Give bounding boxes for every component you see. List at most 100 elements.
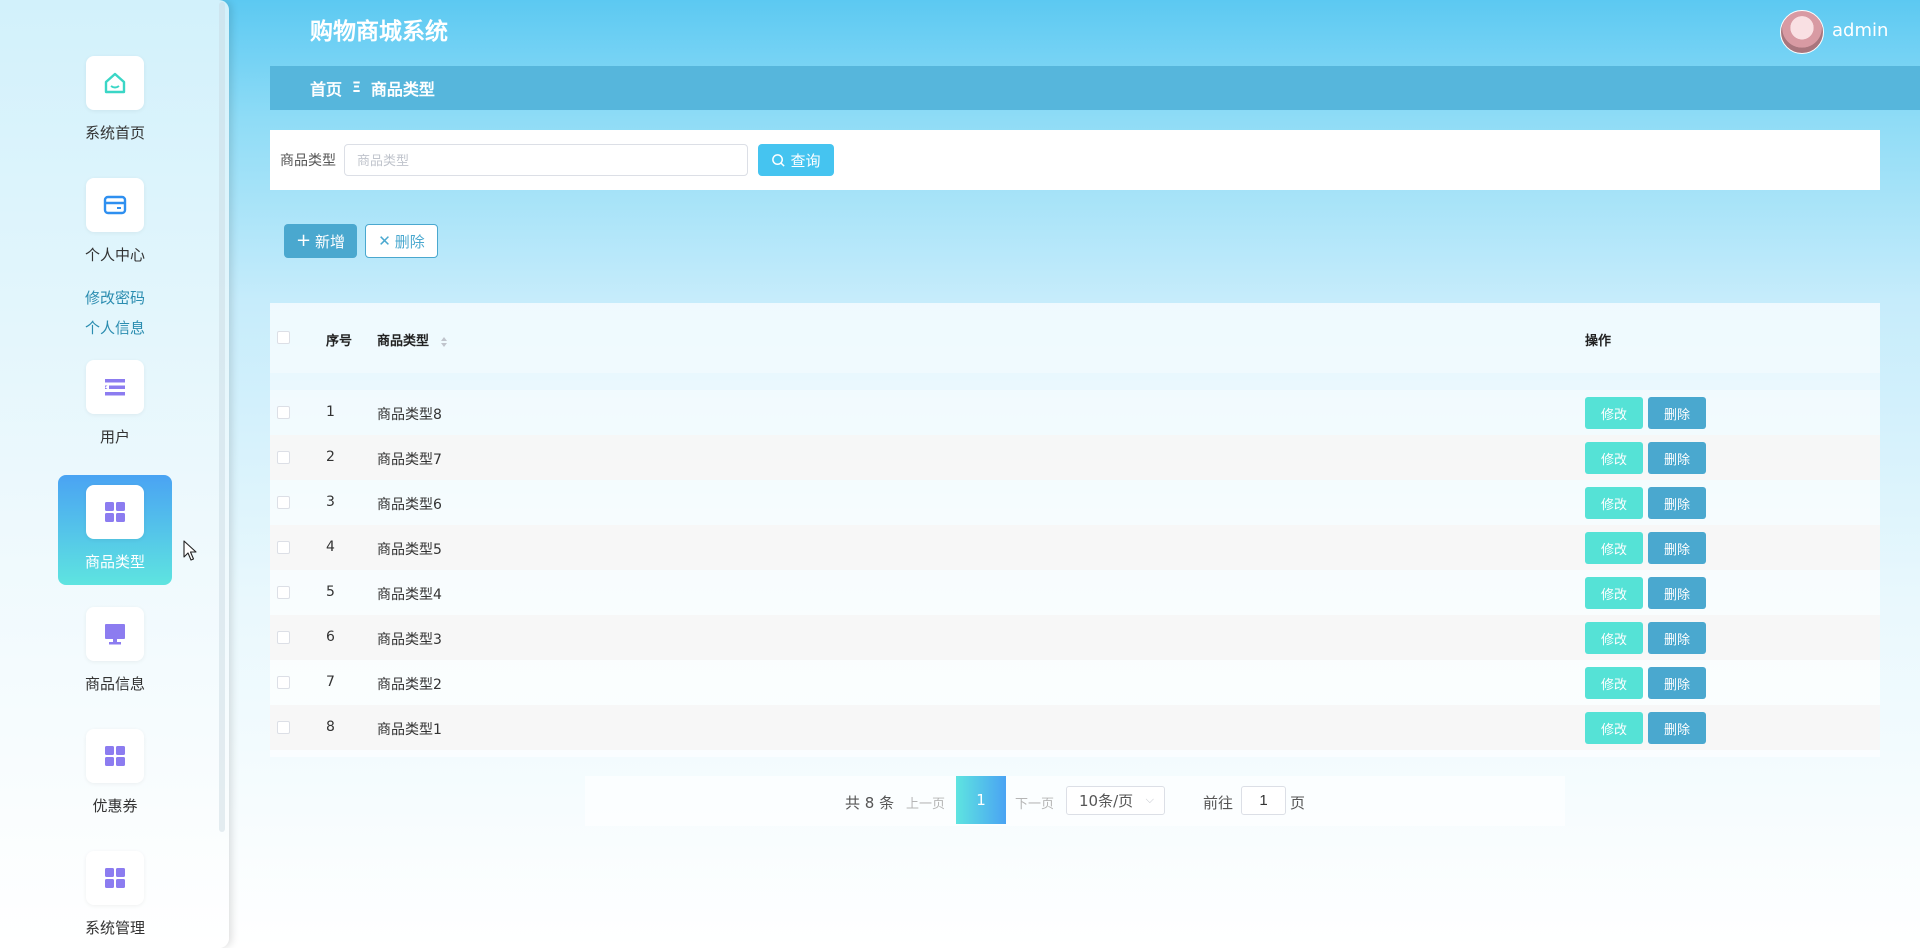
- table-row: 2 商品类型7 修改 删除: [270, 435, 1880, 480]
- cell-type: 商品类型5: [377, 542, 442, 558]
- grid-icon: [86, 485, 144, 539]
- sidebar-item-label: 商品信息: [84, 675, 145, 693]
- sidebar-item-label: 商品类型: [84, 553, 145, 571]
- header-type-label: 商品类型: [377, 334, 430, 349]
- username[interactable]: admin: [1832, 20, 1888, 41]
- sidebar-item-coupons[interactable]: 优惠券: [58, 719, 172, 829]
- header-ops: 操作: [1585, 334, 1612, 349]
- cell-index: 5: [326, 584, 335, 600]
- cell-index: 1: [326, 404, 335, 420]
- row-checkbox[interactable]: [277, 721, 290, 734]
- edit-button[interactable]: 修改: [1585, 397, 1643, 429]
- batch-delete-button-label: 删除: [394, 232, 425, 251]
- data-table: 序号 商品类型 操作 1 商品类型8 修改 删除 2 商品类型7 修改 删除 3 商品类型6 修改删…: [270, 303, 1880, 757]
- cell-type: 商品类型7: [377, 452, 442, 468]
- query-button-label: 查询: [790, 151, 821, 170]
- header-type[interactable]: 商品类型: [377, 330, 448, 349]
- grid-icon: [86, 729, 144, 783]
- delete-button[interactable]: 删除: [1648, 622, 1706, 654]
- cell-index: 6: [326, 629, 335, 645]
- edit-button[interactable]: 修改: [1585, 667, 1643, 699]
- cell-index: 3: [326, 494, 335, 510]
- page-suffix: 页: [1290, 794, 1306, 812]
- cell-type: 商品类型4: [377, 587, 442, 603]
- delete-button[interactable]: 删除: [1648, 487, 1706, 519]
- breadcrumb: 首页 Ξ 商品类型: [270, 66, 1920, 110]
- delete-button[interactable]: 删除: [1648, 712, 1706, 744]
- avatar[interactable]: [1780, 10, 1824, 54]
- submenu-change-password[interactable]: 修改密码: [58, 287, 172, 308]
- cell-index: 7: [326, 674, 335, 690]
- select-all-checkbox[interactable]: [277, 331, 290, 344]
- goto-page-input[interactable]: [1241, 786, 1286, 815]
- row-checkbox[interactable]: [277, 406, 290, 419]
- row-checkbox[interactable]: [277, 451, 290, 464]
- cell-type: 商品类型2: [377, 677, 442, 693]
- cell-type: 商品类型3: [377, 632, 442, 648]
- table-row: 4 商品类型5 修改 删除: [270, 525, 1880, 570]
- submenu-personal-info[interactable]: 个人信息: [58, 317, 172, 338]
- prev-page-button[interactable]: 上一页: [906, 793, 945, 812]
- delete-button[interactable]: 删除: [1648, 577, 1706, 609]
- batch-delete-button[interactable]: ✕ 删除: [365, 224, 438, 258]
- cell-type: 商品类型8: [377, 407, 442, 423]
- delete-button[interactable]: 删除: [1648, 532, 1706, 564]
- table-row: 7 商品类型2 修改 删除: [270, 660, 1880, 705]
- page-number-current[interactable]: 1: [956, 776, 1006, 824]
- delete-button[interactable]: 删除: [1648, 442, 1706, 474]
- table-row: 5 商品类型4 修改 删除: [270, 570, 1880, 615]
- sidebar-item-label: 用户: [99, 428, 130, 446]
- mouse-cursor-icon: [183, 540, 197, 561]
- breadcrumb-home[interactable]: 首页: [310, 76, 342, 100]
- sidebar-item-users[interactable]: 用户: [58, 350, 172, 460]
- plus-icon: +: [295, 230, 312, 251]
- add-button[interactable]: + 新增: [284, 224, 357, 258]
- sort-icon[interactable]: [440, 336, 448, 348]
- page-size-value: 10条/页: [1079, 792, 1134, 810]
- row-checkbox[interactable]: [277, 541, 290, 554]
- cell-type: 商品类型1: [377, 722, 442, 738]
- table-row: 3 商品类型6 修改 删除: [270, 480, 1880, 525]
- edit-button[interactable]: 修改: [1585, 622, 1643, 654]
- query-button[interactable]: 查询: [758, 144, 834, 176]
- header-index: 序号: [326, 334, 353, 349]
- search-panel: 商品类型 查询: [270, 130, 1880, 190]
- edit-button[interactable]: 修改: [1585, 712, 1643, 744]
- edit-button[interactable]: 修改: [1585, 487, 1643, 519]
- delete-button[interactable]: 删除: [1648, 397, 1706, 429]
- edit-button[interactable]: 修改: [1585, 577, 1643, 609]
- table-row: 6 商品类型3 修改 删除: [270, 615, 1880, 660]
- sidebar-item-system[interactable]: 系统管理: [58, 841, 172, 948]
- sidebar-item-home[interactable]: 系统首页: [58, 46, 172, 156]
- page-size-select[interactable]: 10条/页 ⌵: [1066, 786, 1165, 815]
- monitor-icon: [86, 607, 144, 661]
- sidebar-item-profile[interactable]: 个人中心: [58, 168, 172, 278]
- sidebar-item-label: 优惠券: [92, 797, 138, 815]
- edit-button[interactable]: 修改: [1585, 532, 1643, 564]
- edit-button[interactable]: 修改: [1585, 442, 1643, 474]
- row-checkbox[interactable]: [277, 676, 290, 689]
- chevron-down-icon: ⌵: [1145, 793, 1154, 806]
- next-page-button[interactable]: 下一页: [1015, 793, 1054, 812]
- row-checkbox[interactable]: [277, 496, 290, 509]
- sidebar-item-product-info[interactable]: 商品信息: [58, 597, 172, 707]
- row-checkbox[interactable]: [277, 586, 290, 599]
- table-row: 1 商品类型8 修改 删除: [270, 390, 1880, 435]
- search-label: 商品类型: [280, 153, 336, 169]
- cell-index: 8: [326, 719, 335, 735]
- sidebar-scrollbar[interactable]: [219, 2, 225, 832]
- table-row: 8 商品类型1 修改 删除: [270, 705, 1880, 750]
- search-input[interactable]: [344, 144, 748, 176]
- table-header: 序号 商品类型 操作: [270, 303, 1880, 373]
- cell-index: 2: [326, 449, 335, 465]
- home-icon: [86, 56, 144, 110]
- delete-button[interactable]: 删除: [1648, 667, 1706, 699]
- sidebar-item-product-type[interactable]: 商品类型: [58, 475, 172, 585]
- sidebar-item-label: 系统首页: [84, 124, 145, 142]
- app-title: 购物商城系统: [310, 19, 448, 45]
- pagination: 共 8 条 上一页 1 下一页 10条/页 ⌵ 前往 页: [585, 776, 1565, 826]
- pagination-total: 共 8 条: [845, 794, 895, 812]
- row-checkbox[interactable]: [277, 631, 290, 644]
- list-icon: [86, 360, 144, 414]
- close-icon: ✕: [378, 231, 391, 250]
